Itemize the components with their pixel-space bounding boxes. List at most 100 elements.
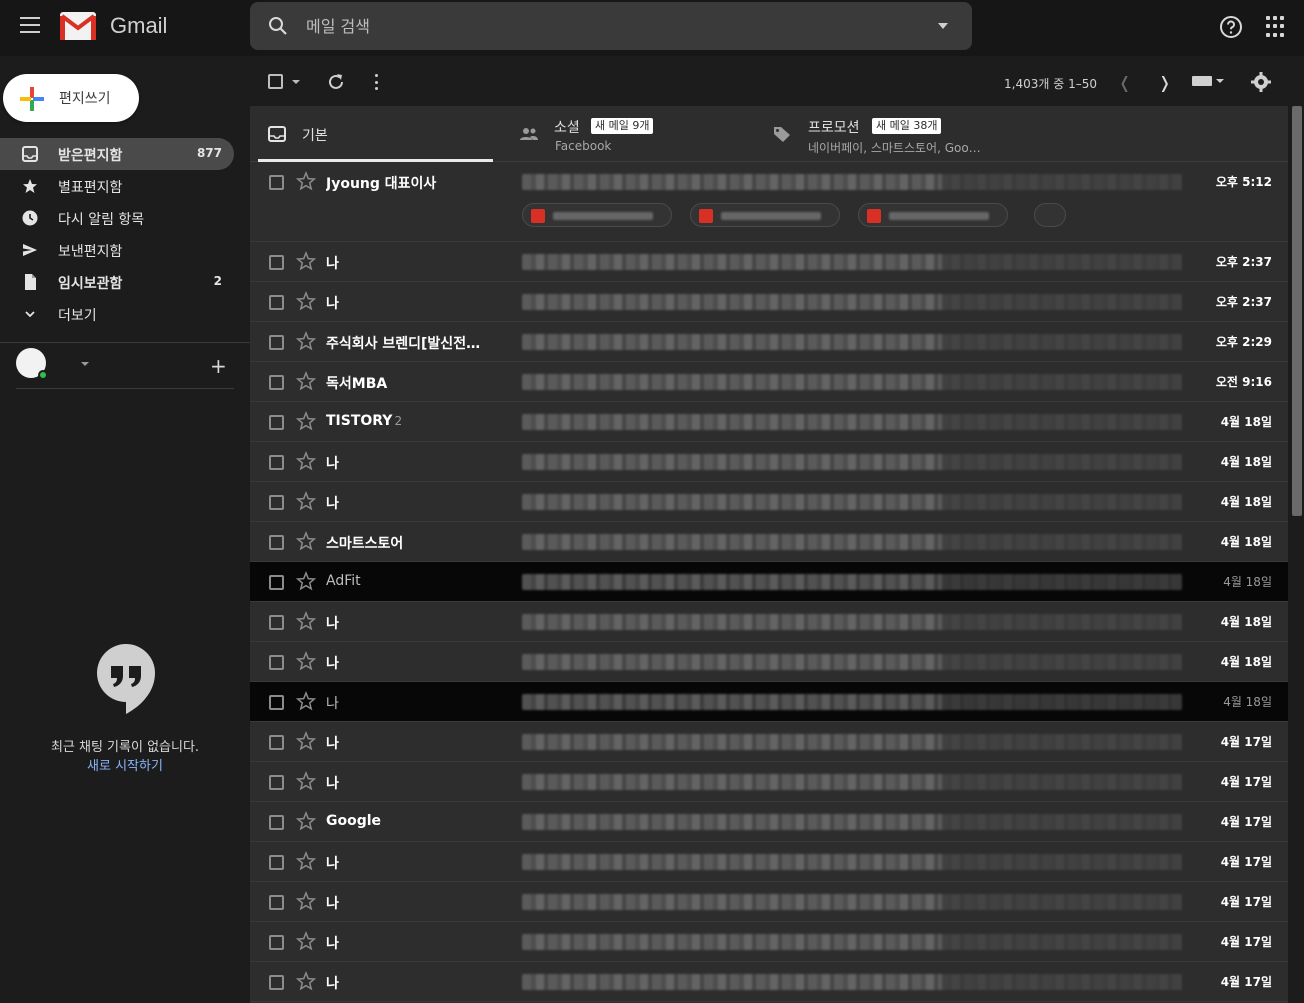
sidebar-item-inbox[interactable]: 받은편지함 877 xyxy=(0,138,234,170)
star-icon[interactable] xyxy=(295,811,317,831)
star-icon[interactable] xyxy=(295,691,317,711)
tab-social[interactable]: 소셜 새 메일 9개 Facebook xyxy=(508,106,758,162)
row-checkbox[interactable] xyxy=(269,295,284,310)
start-new-chat-link[interactable]: 새로 시작하기 xyxy=(0,755,250,774)
row-checkbox[interactable] xyxy=(269,855,284,870)
newer-page-chevron-right-icon[interactable]: ❭ xyxy=(1158,73,1171,92)
email-row[interactable]: 나 4월 18일 xyxy=(250,682,1288,722)
email-row[interactable]: Jyoung 대표이사 오후 5:12 xyxy=(250,162,1288,242)
sidebar-item-more[interactable]: 더보기 xyxy=(0,298,234,330)
row-checkbox[interactable] xyxy=(269,175,284,190)
email-row[interactable]: 나 4월 17일 xyxy=(250,842,1288,882)
inbox-icon xyxy=(22,146,38,162)
compose-button[interactable]: 편지쓰기 xyxy=(3,74,139,122)
email-row[interactable]: AdFit 4월 18일 xyxy=(250,562,1288,602)
email-row[interactable]: Google 4월 17일 xyxy=(250,802,1288,842)
email-row[interactable]: 나 오후 2:37 xyxy=(250,282,1288,322)
row-checkbox[interactable] xyxy=(269,495,284,510)
attachment-chip[interactable] xyxy=(522,203,672,227)
more-options-icon[interactable] xyxy=(373,74,379,90)
pdf-icon xyxy=(531,209,545,223)
new-chat-plus-icon[interactable]: + xyxy=(210,356,227,376)
row-checkbox[interactable] xyxy=(269,895,284,910)
search-options-chevron-icon[interactable] xyxy=(938,23,948,29)
star-icon[interactable] xyxy=(295,931,317,951)
sidebar-item-starred[interactable]: 별표편지함 xyxy=(0,170,234,202)
row-checkbox[interactable] xyxy=(269,775,284,790)
star-icon[interactable] xyxy=(295,971,317,991)
star-icon[interactable] xyxy=(295,851,317,871)
row-checkbox[interactable] xyxy=(269,735,284,750)
star-icon[interactable] xyxy=(295,291,317,311)
email-sender: 나 xyxy=(326,733,496,753)
row-checkbox[interactable] xyxy=(269,535,284,550)
row-checkbox[interactable] xyxy=(269,375,284,390)
star-icon[interactable] xyxy=(295,571,317,591)
star-icon[interactable] xyxy=(295,491,317,511)
gmail-logo[interactable]: Gmail xyxy=(60,12,167,40)
email-row[interactable]: 주식회사 브렌디[발신전… 오후 2:29 xyxy=(250,322,1288,362)
search-input[interactable] xyxy=(306,12,906,40)
scrollbar-thumb[interactable] xyxy=(1292,106,1302,516)
star-icon[interactable] xyxy=(295,331,317,351)
email-row[interactable]: 나 4월 18일 xyxy=(250,482,1288,522)
email-row[interactable]: 나 오후 2:37 xyxy=(250,242,1288,282)
email-row[interactable]: 나 4월 17일 xyxy=(250,722,1288,762)
hangouts-status-chevron-icon[interactable] xyxy=(81,362,89,366)
row-checkbox[interactable] xyxy=(269,695,284,710)
star-icon[interactable] xyxy=(295,731,317,751)
attachment-chip[interactable] xyxy=(690,203,840,227)
email-row[interactable]: 나 4월 18일 xyxy=(250,442,1288,482)
star-icon[interactable] xyxy=(295,651,317,671)
sidebar-item-drafts[interactable]: 임시보관함 2 xyxy=(0,266,234,298)
star-icon[interactable] xyxy=(295,251,317,271)
row-checkbox[interactable] xyxy=(269,815,284,830)
row-checkbox[interactable] xyxy=(269,935,284,950)
email-row[interactable]: 스마트스토어 4월 18일 xyxy=(250,522,1288,562)
star-icon[interactable] xyxy=(295,531,317,551)
help-icon[interactable] xyxy=(1219,15,1243,39)
star-icon[interactable] xyxy=(295,611,317,631)
search-icon[interactable] xyxy=(268,16,288,36)
older-page-chevron-left-icon[interactable]: ❬ xyxy=(1118,73,1131,92)
google-apps-icon[interactable] xyxy=(1266,16,1288,38)
email-row[interactable]: 나 4월 17일 xyxy=(250,882,1288,922)
row-checkbox[interactable] xyxy=(269,335,284,350)
star-icon[interactable] xyxy=(295,891,317,911)
star-icon[interactable] xyxy=(295,171,317,191)
email-row[interactable]: TISTORY 2 4월 18일 xyxy=(250,402,1288,442)
more-attachments-chip[interactable] xyxy=(1034,203,1066,227)
row-checkbox[interactable] xyxy=(269,455,284,470)
row-checkbox[interactable] xyxy=(269,575,284,590)
email-row[interactable]: 독서MBA 오전 9:16 xyxy=(250,362,1288,402)
gear-icon[interactable] xyxy=(1251,72,1271,92)
tab-primary[interactable]: 기본 xyxy=(250,106,493,162)
select-options-chevron-icon[interactable] xyxy=(292,80,300,84)
sidebar-item-snoozed[interactable]: 다시 알림 항목 xyxy=(0,202,234,234)
tab-promotions[interactable]: 프로모션 새 메일 38개 네이버페이, 스마트스토어, Goo… xyxy=(760,106,1050,162)
star-icon[interactable] xyxy=(295,771,317,791)
email-row[interactable]: 나 4월 18일 xyxy=(250,642,1288,682)
email-row[interactable]: 나 4월 17일 xyxy=(250,922,1288,962)
attachment-chip[interactable] xyxy=(858,203,1008,227)
refresh-icon[interactable] xyxy=(326,72,346,92)
search-bar[interactable] xyxy=(250,2,972,50)
select-all-checkbox[interactable] xyxy=(268,74,283,89)
star-icon[interactable] xyxy=(295,411,317,431)
email-row[interactable]: 나 4월 17일 xyxy=(250,762,1288,802)
email-row[interactable]: 나 4월 17일 xyxy=(250,962,1288,1002)
sidebar-item-sent[interactable]: 보낸편지함 xyxy=(0,234,234,266)
star-icon[interactable] xyxy=(295,451,317,471)
row-checkbox[interactable] xyxy=(269,615,284,630)
input-tools-chevron-icon[interactable] xyxy=(1216,79,1224,83)
star-icon[interactable] xyxy=(295,371,317,391)
email-snippet-redacted xyxy=(522,454,1182,470)
keyboard-icon[interactable] xyxy=(1192,76,1212,86)
row-checkbox[interactable] xyxy=(269,415,284,430)
row-checkbox[interactable] xyxy=(269,975,284,990)
row-checkbox[interactable] xyxy=(269,255,284,270)
email-row[interactable]: 나 4월 18일 xyxy=(250,602,1288,642)
email-date: 오후 2:29 xyxy=(1215,335,1272,349)
main-menu-icon[interactable] xyxy=(20,17,40,33)
row-checkbox[interactable] xyxy=(269,655,284,670)
